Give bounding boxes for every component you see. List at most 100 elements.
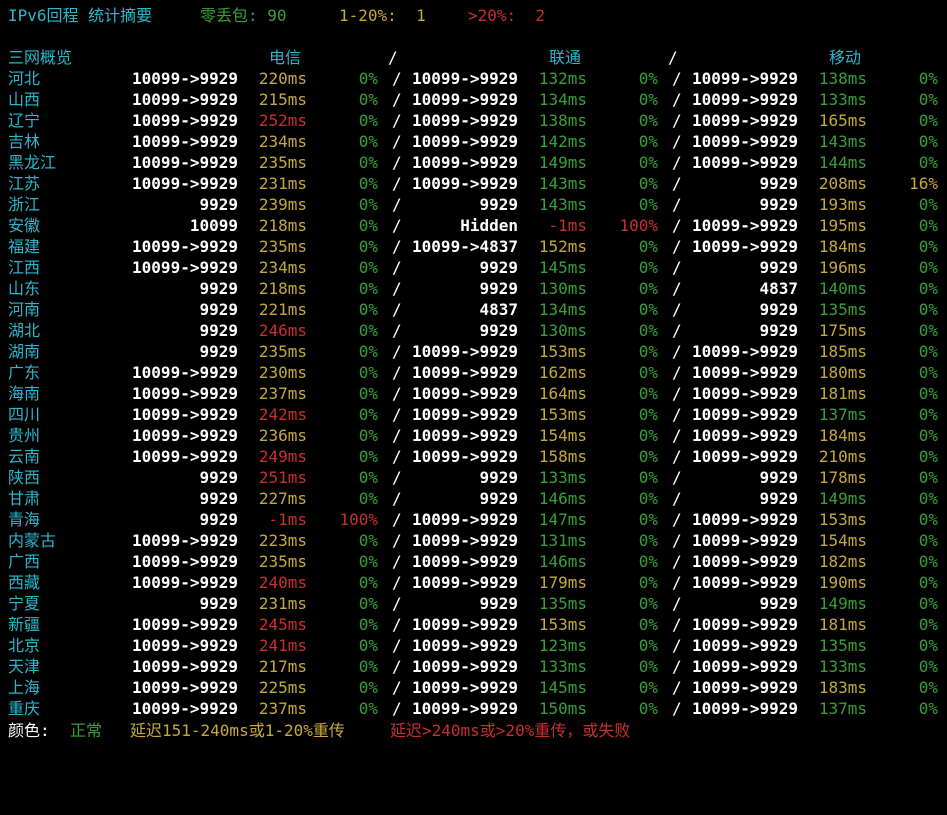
latency-value: 252ms bbox=[258, 111, 307, 130]
high-loss-count: >20%: 2 bbox=[468, 6, 546, 25]
latency-value: 241ms bbox=[258, 636, 307, 655]
table-row: 江苏 10099->9929 231ms 0% / 10099->9929 143ms 0% /… bbox=[0, 173, 947, 194]
latency-value: 221ms bbox=[258, 300, 307, 319]
loss-value: 0% bbox=[638, 531, 658, 550]
asn-path: 10099->9929 bbox=[412, 342, 518, 361]
latency-value: 231ms bbox=[258, 594, 307, 613]
column-separator: / bbox=[672, 594, 682, 613]
loss-value: 0% bbox=[918, 510, 938, 529]
legend-label: 颜色: bbox=[8, 721, 50, 740]
loss-value: 0% bbox=[358, 195, 378, 214]
column-separator: / bbox=[672, 258, 682, 277]
loss-value: 0% bbox=[918, 699, 938, 718]
loss-value: 0% bbox=[918, 258, 938, 277]
column-separator: / bbox=[672, 174, 682, 193]
column-separator: / bbox=[392, 573, 402, 592]
asn-path: 10099->9929 bbox=[412, 405, 518, 424]
column-separator: / bbox=[392, 195, 402, 214]
asn-path: 10099->9929 bbox=[132, 426, 238, 445]
latency-value: 154ms bbox=[538, 426, 587, 445]
loss-value: 0% bbox=[358, 111, 378, 130]
latency-value: 175ms bbox=[818, 321, 867, 340]
loss-value: 0% bbox=[918, 552, 938, 571]
column-separator: / bbox=[392, 657, 402, 676]
loss-value: 0% bbox=[358, 489, 378, 508]
asn-path: 10099->9929 bbox=[412, 510, 518, 529]
column-separator: / bbox=[392, 489, 402, 508]
latency-value: 130ms bbox=[538, 279, 587, 298]
column-separator: / bbox=[392, 321, 402, 340]
loss-value: 0% bbox=[358, 531, 378, 550]
asn-path: 10099->9929 bbox=[412, 636, 518, 655]
asn-path: 9929 bbox=[479, 279, 518, 298]
latency-value: 184ms bbox=[818, 237, 867, 256]
column-separator: / bbox=[672, 342, 682, 361]
column-separator: / bbox=[672, 153, 682, 172]
asn-path: 10099->9929 bbox=[412, 531, 518, 550]
latency-value: 240ms bbox=[258, 573, 307, 592]
latency-value: 231ms bbox=[258, 174, 307, 193]
asn-path: 10099->9929 bbox=[132, 615, 238, 634]
asn-path: 10099->9929 bbox=[132, 237, 238, 256]
latency-value: 145ms bbox=[538, 678, 587, 697]
asn-path: 10099->9929 bbox=[412, 90, 518, 109]
asn-path: 9929 bbox=[759, 300, 798, 319]
latency-value: 223ms bbox=[258, 531, 307, 550]
latency-value: 180ms bbox=[818, 363, 867, 382]
loss-value: 0% bbox=[638, 510, 658, 529]
legend-normal: 正常 bbox=[70, 721, 103, 740]
asn-path: 10099->9929 bbox=[132, 405, 238, 424]
latency-value: 235ms bbox=[258, 342, 307, 361]
column-separator: / bbox=[392, 363, 402, 382]
asn-path: 10099->9929 bbox=[412, 132, 518, 151]
region-name: 辽宁 bbox=[8, 111, 41, 130]
column-separator: / bbox=[392, 258, 402, 277]
loss-value: 0% bbox=[638, 552, 658, 571]
asn-path: 9929 bbox=[199, 279, 238, 298]
latency-value: 234ms bbox=[258, 132, 307, 151]
latency-value: 181ms bbox=[818, 615, 867, 634]
column-separator: / bbox=[392, 153, 402, 172]
loss-value: 0% bbox=[918, 489, 938, 508]
header-mobile: 移动 bbox=[829, 48, 862, 67]
latency-value: 220ms bbox=[258, 69, 307, 88]
region-name: 山东 bbox=[8, 279, 41, 298]
latency-value: 143ms bbox=[818, 132, 867, 151]
loss-value: 0% bbox=[918, 447, 938, 466]
column-separator: / bbox=[672, 111, 682, 130]
asn-path: 10099->9929 bbox=[132, 132, 238, 151]
asn-path: 9929 bbox=[199, 468, 238, 487]
asn-path: 10099->9929 bbox=[132, 636, 238, 655]
loss-value: 0% bbox=[638, 153, 658, 172]
table-row: 天津 10099->9929 217ms 0% / 10099->9929 133ms 0% /… bbox=[0, 656, 947, 677]
latency-value: 236ms bbox=[258, 426, 307, 445]
asn-path: 10099->9929 bbox=[692, 552, 798, 571]
loss-value: 0% bbox=[918, 468, 938, 487]
table-row: 宁夏 9929 231ms 0% / 9929 135ms 0% / 9929 149ms 0% bbox=[0, 593, 947, 614]
column-separator: / bbox=[392, 216, 402, 235]
region-name: 贵州 bbox=[8, 426, 41, 445]
latency-value: 134ms bbox=[538, 90, 587, 109]
latency-value: 230ms bbox=[258, 363, 307, 382]
loss-value: 0% bbox=[638, 426, 658, 445]
asn-path: 10099->9929 bbox=[692, 237, 798, 256]
column-separator: / bbox=[392, 615, 402, 634]
asn-path: 9929 bbox=[479, 489, 518, 508]
latency-value: 131ms bbox=[538, 531, 587, 550]
asn-path: 4837 bbox=[479, 300, 518, 319]
latency-value: 218ms bbox=[258, 216, 307, 235]
column-separator: / bbox=[672, 90, 682, 109]
column-separator: / bbox=[392, 90, 402, 109]
table-row: 辽宁 10099->9929 252ms 0% / 10099->9929 138ms 0% /… bbox=[0, 110, 947, 131]
loss-value: 0% bbox=[358, 384, 378, 403]
column-separator: / bbox=[672, 531, 682, 550]
table-row: 吉林 10099->9929 234ms 0% / 10099->9929 142ms 0% /… bbox=[0, 131, 947, 152]
column-separator: / bbox=[392, 405, 402, 424]
loss-value: 0% bbox=[638, 678, 658, 697]
latency-value: 235ms bbox=[258, 237, 307, 256]
latency-value: 185ms bbox=[818, 342, 867, 361]
table-row: 上海 10099->9929 225ms 0% / 10099->9929 145ms 0% /… bbox=[0, 677, 947, 698]
latency-value: 210ms bbox=[818, 447, 867, 466]
asn-path: 9929 bbox=[479, 594, 518, 613]
latency-value: 146ms bbox=[538, 489, 587, 508]
